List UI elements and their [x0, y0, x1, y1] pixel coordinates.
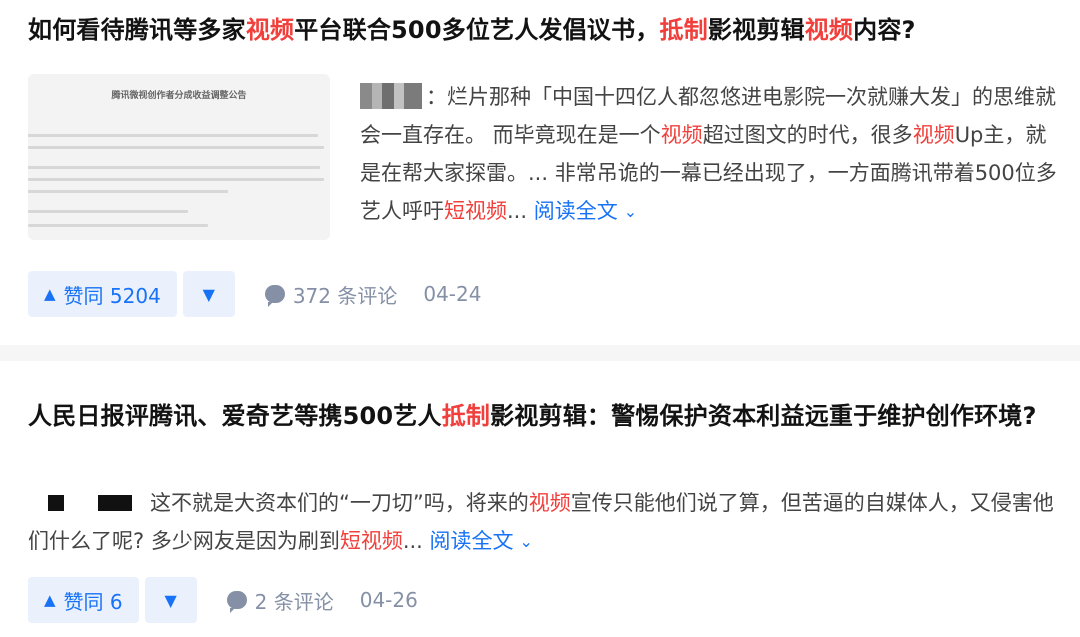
redacted-name-block	[48, 495, 64, 511]
upvote-button[interactable]: ▲ 赞同 6	[28, 577, 139, 623]
redacted-name-block	[98, 495, 132, 511]
comment-button[interactable]: 372 条评论	[264, 280, 397, 309]
doc-line	[28, 224, 208, 227]
question-title[interactable]: 如何看待腾讯等多家视频平台联合500多位艺人发倡议书，抵制影视剪辑视频内容?	[28, 10, 1052, 50]
triangle-up-icon: ▲	[44, 591, 56, 609]
action-bar: ▲ 赞同 5204 ▼ 372 条评论 04-24	[28, 271, 481, 317]
triangle-down-icon: ▼	[164, 590, 177, 610]
triangle-up-icon: ▲	[44, 285, 56, 303]
doc-line	[28, 146, 324, 149]
card-divider	[0, 345, 1080, 361]
read-more-link[interactable]: 阅读全文 ⌄	[534, 199, 637, 223]
answer-date: 04-26	[359, 588, 418, 612]
question-title[interactable]: 人民日报评腾讯、爱奇艺等携500艺人抵制影视剪辑：警惕保护资本利益远重于维护创作…	[28, 396, 1052, 436]
comment-bubble-icon	[264, 285, 285, 307]
downvote-button[interactable]: ▼	[182, 271, 235, 317]
comment-button[interactable]: 2 条评论	[226, 586, 334, 615]
answer-card: 如何看待腾讯等多家视频平台联合500多位艺人发倡议书，抵制影视剪辑视频内容? 腾…	[0, 0, 1080, 345]
author-avatar-blurred	[360, 83, 422, 109]
triangle-down-icon: ▼	[202, 284, 215, 304]
comment-bubble-icon	[226, 591, 247, 613]
upvote-button[interactable]: ▲ 赞同 5204	[28, 271, 177, 317]
thumbnail-doc-title: 腾讯微视创作者分成收益调整公告	[111, 91, 247, 101]
doc-line	[28, 190, 228, 193]
answer-excerpt[interactable]: ：烂片那种「中国十四亿人都忽悠进电影院一次就赚大发」的思维就会一直存在。 而毕竟…	[360, 78, 1058, 231]
doc-line	[28, 178, 324, 181]
chevron-down-icon: ⌄	[519, 532, 533, 551]
action-bar: ▲ 赞同 6 ▼ 2 条评论 04-26	[28, 577, 418, 623]
answer-date: 04-24	[423, 282, 482, 306]
answer-excerpt[interactable]: 这不就是大资本们的“一刀切”吗，将来的视频宣传只能他们说了算，但苦逼的自媒体人，…	[28, 484, 1058, 561]
downvote-button[interactable]: ▼	[144, 577, 197, 623]
thumbnail-image[interactable]: 腾讯微视创作者分成收益调整公告	[28, 74, 330, 240]
doc-line	[28, 210, 188, 213]
read-more-link[interactable]: 阅读全文 ⌄	[430, 529, 533, 553]
doc-line	[28, 134, 318, 137]
chevron-down-icon: ⌄	[623, 202, 638, 221]
doc-line	[28, 166, 320, 169]
